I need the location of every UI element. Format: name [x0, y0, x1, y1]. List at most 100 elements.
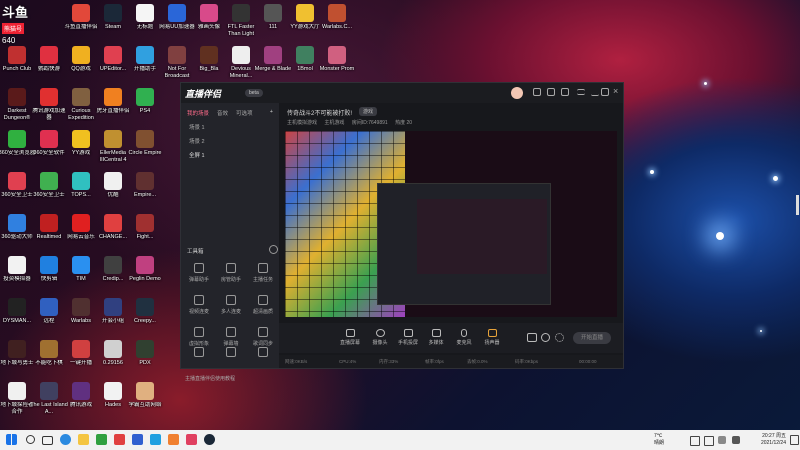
tool-tasks[interactable]: 主播任务	[249, 263, 277, 283]
desktop-icon[interactable]: Fight...	[128, 214, 162, 247]
windows-start-icon[interactable]	[6, 434, 17, 445]
tray-app-icon[interactable]	[732, 436, 740, 444]
desktop-icon[interactable]: Warlabs	[64, 298, 98, 331]
network-icon[interactable]	[690, 436, 700, 446]
camera-button[interactable]: 摄像头	[367, 329, 393, 346]
desktop-icon[interactable]: DYSMAN...	[0, 298, 34, 331]
stream-preview[interactable]	[285, 131, 617, 317]
desktop-icon[interactable]: 投资模拟器	[0, 256, 34, 289]
tutorial-notice[interactable]: 主播直播伴侣使用教程	[185, 375, 235, 382]
media-button[interactable]: 多媒体	[423, 329, 449, 346]
phone-cast-button[interactable]: 手机投屏	[395, 329, 421, 346]
desktop-icon[interactable]: Big_Bla	[192, 46, 226, 79]
desktop-icon[interactable]: 网易UU加速器	[159, 4, 195, 37]
tool-lyrics[interactable]: 歌词同步	[249, 327, 277, 347]
taskbar-app-icon[interactable]	[150, 434, 161, 445]
desktop-icon[interactable]: 360安全卫士	[32, 172, 66, 205]
desktop-icon[interactable]: 快剪辑	[32, 256, 66, 289]
task-view-icon[interactable]	[42, 436, 53, 445]
desktop-icon[interactable]: 360安全浏览器	[0, 130, 35, 163]
taskbar-app-icon[interactable]	[168, 434, 179, 445]
desktop-icon[interactable]: Circle Empire	[128, 130, 162, 163]
desktop-icon[interactable]: FTL Faster Than Light	[224, 4, 258, 37]
desktop-icon[interactable]: Hades	[96, 382, 130, 415]
minimize-icon[interactable]	[591, 88, 599, 96]
toolbox-settings-icon[interactable]	[269, 245, 278, 254]
tool-avatar[interactable]: 虚拟形象	[185, 327, 213, 347]
clock[interactable]: 20:27 周五 2021/12/24	[748, 433, 786, 446]
desktop-icon[interactable]: Empire...	[128, 172, 162, 205]
desktop-icon[interactable]: 360驱动大师	[0, 214, 34, 247]
tool-more[interactable]	[249, 347, 277, 360]
desktop-icon[interactable]: Credip...	[96, 256, 130, 289]
settings-icon[interactable]	[561, 88, 569, 96]
desktop-icon[interactable]: Realtimed	[32, 214, 66, 247]
desktop-icon[interactable]: 鹦鹉快游	[32, 46, 66, 79]
desktop-icon[interactable]: 0.29156	[96, 340, 130, 373]
maximize-icon[interactable]	[601, 88, 609, 96]
taskbar-app-icon[interactable]	[186, 434, 197, 445]
desktop-icon[interactable]: Not For Broadcast	[160, 46, 194, 79]
tray-app-icon[interactable]	[718, 436, 726, 444]
desktop-icon[interactable]: Warlabs.C...	[320, 4, 354, 37]
desktop-icon[interactable]: 学霸互助网络	[128, 382, 162, 415]
desktop-icon[interactable]: UPEditor...	[96, 46, 130, 79]
taskbar-app-icon[interactable]	[114, 434, 125, 445]
desktop-icon[interactable]: 腾讯游戏加速器	[32, 88, 66, 121]
desktop-icon[interactable]: 地下城与勇士	[0, 340, 34, 373]
scene-item[interactable]: 场景 1	[181, 120, 279, 134]
desktop-icon[interactable]: The Last Island A...	[30, 382, 68, 415]
desktop-icon[interactable]: Punch Club	[0, 46, 34, 79]
desktop-icon[interactable]: Monster Prom	[320, 46, 354, 79]
tool-red-packet[interactable]	[217, 347, 245, 360]
room-title[interactable]: 传奇战斗2不可能被打败!	[287, 108, 352, 117]
desktop-icon[interactable]: 无标题	[128, 4, 162, 37]
desktop-icon[interactable]: QQ游戏	[64, 46, 98, 79]
desktop-icon[interactable]: Steam	[96, 4, 130, 37]
desktop-icon[interactable]: 网易云音乐	[64, 214, 98, 247]
desktop-icon[interactable]: Creepy...	[128, 298, 162, 331]
go-live-button[interactable]: 开始直播	[573, 332, 611, 344]
taskbar-app-icon[interactable]	[132, 434, 143, 445]
desktop-icon[interactable]: 雅画头像	[192, 4, 226, 37]
scene-item[interactable]: 全屏 1	[181, 148, 279, 162]
desktop-icon[interactable]: PDX	[128, 340, 162, 373]
tab-my-scenes[interactable]: 我的场景	[187, 109, 209, 117]
message-icon[interactable]	[533, 88, 541, 96]
speaker-button[interactable]: 扬声器	[479, 329, 505, 346]
menu-icon[interactable]	[577, 89, 585, 95]
volume-icon[interactable]	[704, 436, 714, 446]
desktop-icon[interactable]: Devious Mineral...	[224, 46, 258, 79]
desktop-icon[interactable]: 360安全卫士	[0, 172, 34, 205]
search-icon[interactable]	[26, 435, 35, 444]
screen-capture-button[interactable]: 直播屏幕	[337, 329, 363, 346]
room-meta-item[interactable]: 主机模拟游戏	[287, 120, 317, 126]
desktop-icon[interactable]: 不能吃下棋	[32, 340, 66, 373]
desktop-icon[interactable]: 开会小组	[96, 298, 130, 331]
desktop-icon[interactable]: 远程	[32, 298, 66, 331]
desktop-icon[interactable]: YY游戏	[64, 130, 98, 163]
tab-sound[interactable]: 音效	[217, 109, 228, 117]
desktop-icon[interactable]: Merge & Blade	[255, 46, 291, 79]
notification-icon[interactable]	[790, 435, 799, 445]
desktop-icon[interactable]: PS4	[128, 88, 162, 121]
tool-hd[interactable]: 超清画质	[249, 295, 277, 315]
desktop-icon[interactable]: 360安全软件	[32, 130, 66, 163]
edge-icon[interactable]	[60, 434, 71, 445]
clock-icon[interactable]	[541, 333, 550, 342]
tool-danmu-wall[interactable]: 弹幕墙	[217, 327, 245, 347]
tab-options[interactable]: 可选项	[236, 109, 253, 117]
desktop-icon[interactable]: CHANGE...	[96, 214, 130, 247]
file-explorer-icon[interactable]	[78, 434, 89, 445]
scrollbar[interactable]	[796, 195, 799, 215]
tool-multi-link[interactable]: 多人连麦	[217, 295, 245, 315]
weather-widget[interactable]: 7℃ 晴朗	[654, 433, 664, 446]
record-icon[interactable]	[527, 333, 537, 342]
desktop-icon[interactable]: EllerMedia IIICentral 4	[96, 130, 130, 163]
tool-video-link[interactable]: 视频连麦	[185, 295, 213, 315]
taskbar-app-icon[interactable]	[96, 434, 107, 445]
avatar[interactable]	[511, 87, 523, 99]
add-scene-icon[interactable]: +	[270, 109, 273, 117]
desktop-icon[interactable]: 虎牙直播伴侣	[96, 88, 130, 121]
tool-danmu[interactable]: 弹幕助手	[185, 263, 213, 283]
